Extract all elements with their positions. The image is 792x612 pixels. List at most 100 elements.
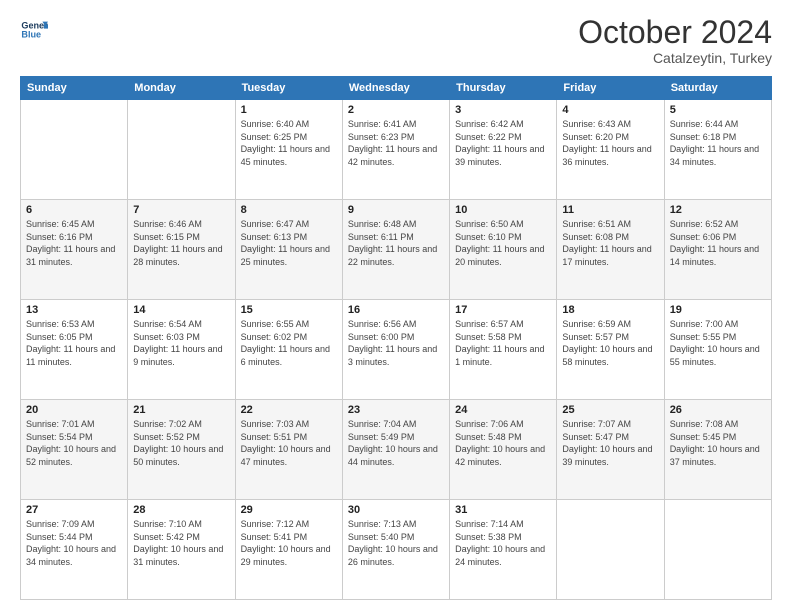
day-info: Sunrise: 6:45 AM Sunset: 6:16 PM Dayligh…: [26, 218, 122, 268]
weekday-header-wednesday: Wednesday: [342, 77, 449, 100]
day-info: Sunrise: 7:00 AM Sunset: 5:55 PM Dayligh…: [670, 318, 766, 368]
calendar-cell: 16 Sunrise: 6:56 AM Sunset: 6:00 PM Dayli…: [342, 300, 449, 400]
logo: General Blue: [20, 16, 48, 44]
calendar-cell: [128, 100, 235, 200]
calendar-cell: 5 Sunrise: 6:44 AM Sunset: 6:18 PM Daylig…: [664, 100, 771, 200]
week-row-4: 20 Sunrise: 7:01 AM Sunset: 5:54 PM Dayli…: [21, 400, 772, 500]
calendar-cell: 13 Sunrise: 6:53 AM Sunset: 6:05 PM Dayli…: [21, 300, 128, 400]
day-number: 4: [562, 104, 658, 116]
day-number: 26: [670, 404, 766, 416]
day-number: 1: [241, 104, 337, 116]
day-info: Sunrise: 6:59 AM Sunset: 5:57 PM Dayligh…: [562, 318, 658, 368]
day-number: 28: [133, 504, 229, 516]
calendar-cell: 19Sunrise: 7:00 AM Sunset: 5:55 PM Dayli…: [664, 300, 771, 400]
day-info: Sunrise: 6:53 AM Sunset: 6:05 PM Dayligh…: [26, 318, 122, 368]
day-info: Sunrise: 7:09 AM Sunset: 5:44 PM Dayligh…: [26, 518, 122, 568]
calendar-cell: [664, 500, 771, 600]
day-number: 15: [241, 304, 337, 316]
day-info: Sunrise: 7:03 AM Sunset: 5:51 PM Dayligh…: [241, 418, 337, 468]
day-number: 7: [133, 204, 229, 216]
calendar-cell: 25 Sunrise: 7:07 AM Sunset: 5:47 PM Dayli…: [557, 400, 664, 500]
day-info: Sunrise: 7:01 AM Sunset: 5:54 PM Dayligh…: [26, 418, 122, 468]
day-number: 18: [562, 304, 658, 316]
day-number: 20: [26, 404, 122, 416]
calendar-cell: 2 Sunrise: 6:41 AM Sunset: 6:23 PM Daylig…: [342, 100, 449, 200]
calendar-cell: 8 Sunrise: 6:47 AM Sunset: 6:13 PM Daylig…: [235, 200, 342, 300]
day-number: 8: [241, 204, 337, 216]
weekday-header-thursday: Thursday: [450, 77, 557, 100]
calendar-cell: [557, 500, 664, 600]
day-info: Sunrise: 7:04 AM Sunset: 5:49 PM Dayligh…: [348, 418, 444, 468]
page: General Blue October 2024 Catalzeytin, T…: [0, 0, 792, 612]
month-title: October 2024: [578, 16, 772, 48]
day-number: 17: [455, 304, 551, 316]
day-number: 30: [348, 504, 444, 516]
calendar-cell: 17Sunrise: 6:57 AM Sunset: 5:58 PM Dayli…: [450, 300, 557, 400]
calendar-cell: 7Sunrise: 6:46 AM Sunset: 6:15 PM Daylig…: [128, 200, 235, 300]
day-number: 9: [348, 204, 444, 216]
calendar-cell: 29Sunrise: 7:12 AM Sunset: 5:41 PM Dayli…: [235, 500, 342, 600]
day-number: 13: [26, 304, 122, 316]
weekday-header-monday: Monday: [128, 77, 235, 100]
day-info: Sunrise: 6:54 AM Sunset: 6:03 PM Dayligh…: [133, 318, 229, 368]
day-info: Sunrise: 6:51 AM Sunset: 6:08 PM Dayligh…: [562, 218, 658, 268]
calendar-cell: 28Sunrise: 7:10 AM Sunset: 5:42 PM Dayli…: [128, 500, 235, 600]
calendar-cell: 21 Sunrise: 7:02 AM Sunset: 5:52 PM Dayli…: [128, 400, 235, 500]
day-number: 21: [133, 404, 229, 416]
calendar-cell: 30Sunrise: 7:13 AM Sunset: 5:40 PM Dayli…: [342, 500, 449, 600]
weekday-header-row: SundayMondayTuesdayWednesdayThursdayFrid…: [21, 77, 772, 100]
day-number: 25: [562, 404, 658, 416]
title-block: October 2024 Catalzeytin, Turkey: [578, 16, 772, 66]
day-number: 6: [26, 204, 122, 216]
weekday-header-tuesday: Tuesday: [235, 77, 342, 100]
weekday-header-friday: Friday: [557, 77, 664, 100]
day-number: 24: [455, 404, 551, 416]
calendar-cell: 6 Sunrise: 6:45 AM Sunset: 6:16 PM Daylig…: [21, 200, 128, 300]
day-number: 22: [241, 404, 337, 416]
day-info: Sunrise: 7:02 AM Sunset: 5:52 PM Dayligh…: [133, 418, 229, 468]
calendar-cell: 12Sunrise: 6:52 AM Sunset: 6:06 PM Dayli…: [664, 200, 771, 300]
week-row-2: 6 Sunrise: 6:45 AM Sunset: 6:16 PM Daylig…: [21, 200, 772, 300]
svg-text:Blue: Blue: [21, 30, 41, 40]
weekday-header-sunday: Sunday: [21, 77, 128, 100]
day-info: Sunrise: 6:41 AM Sunset: 6:23 PM Dayligh…: [348, 118, 444, 168]
calendar-table: SundayMondayTuesdayWednesdayThursdayFrid…: [20, 76, 772, 600]
day-info: Sunrise: 6:55 AM Sunset: 6:02 PM Dayligh…: [241, 318, 337, 368]
day-info: Sunrise: 6:40 AM Sunset: 6:25 PM Dayligh…: [241, 118, 337, 168]
header: General Blue October 2024 Catalzeytin, T…: [20, 16, 772, 66]
day-number: 11: [562, 204, 658, 216]
day-info: Sunrise: 6:56 AM Sunset: 6:00 PM Dayligh…: [348, 318, 444, 368]
day-info: Sunrise: 7:07 AM Sunset: 5:47 PM Dayligh…: [562, 418, 658, 468]
calendar-cell: 20 Sunrise: 7:01 AM Sunset: 5:54 PM Dayli…: [21, 400, 128, 500]
day-number: 27: [26, 504, 122, 516]
day-number: 23: [348, 404, 444, 416]
calendar-cell: 14Sunrise: 6:54 AM Sunset: 6:03 PM Dayli…: [128, 300, 235, 400]
day-info: Sunrise: 6:43 AM Sunset: 6:20 PM Dayligh…: [562, 118, 658, 168]
day-number: 16: [348, 304, 444, 316]
day-number: 29: [241, 504, 337, 516]
calendar-cell: 11 Sunrise: 6:51 AM Sunset: 6:08 PM Dayli…: [557, 200, 664, 300]
day-info: Sunrise: 6:47 AM Sunset: 6:13 PM Dayligh…: [241, 218, 337, 268]
calendar-cell: 24 Sunrise: 7:06 AM Sunset: 5:48 PM Dayli…: [450, 400, 557, 500]
calendar-cell: 4 Sunrise: 6:43 AM Sunset: 6:20 PM Daylig…: [557, 100, 664, 200]
logo-icon: General Blue: [20, 16, 48, 44]
week-row-5: 27 Sunrise: 7:09 AM Sunset: 5:44 PM Dayli…: [21, 500, 772, 600]
calendar-cell: 31Sunrise: 7:14 AM Sunset: 5:38 PM Dayli…: [450, 500, 557, 600]
location-subtitle: Catalzeytin, Turkey: [578, 50, 772, 66]
day-info: Sunrise: 6:48 AM Sunset: 6:11 PM Dayligh…: [348, 218, 444, 268]
day-number: 12: [670, 204, 766, 216]
calendar-cell: 3 Sunrise: 6:42 AM Sunset: 6:22 PM Daylig…: [450, 100, 557, 200]
day-number: 2: [348, 104, 444, 116]
day-info: Sunrise: 6:42 AM Sunset: 6:22 PM Dayligh…: [455, 118, 551, 168]
calendar-cell: 9 Sunrise: 6:48 AM Sunset: 6:11 PM Daylig…: [342, 200, 449, 300]
calendar-cell: 15 Sunrise: 6:55 AM Sunset: 6:02 PM Dayli…: [235, 300, 342, 400]
weekday-header-saturday: Saturday: [664, 77, 771, 100]
day-info: Sunrise: 6:44 AM Sunset: 6:18 PM Dayligh…: [670, 118, 766, 168]
day-info: Sunrise: 6:50 AM Sunset: 6:10 PM Dayligh…: [455, 218, 551, 268]
day-number: 3: [455, 104, 551, 116]
day-info: Sunrise: 7:06 AM Sunset: 5:48 PM Dayligh…: [455, 418, 551, 468]
calendar-cell: 26Sunrise: 7:08 AM Sunset: 5:45 PM Dayli…: [664, 400, 771, 500]
week-row-3: 13 Sunrise: 6:53 AM Sunset: 6:05 PM Dayli…: [21, 300, 772, 400]
day-number: 5: [670, 104, 766, 116]
week-row-1: 1 Sunrise: 6:40 AM Sunset: 6:25 PM Daylig…: [21, 100, 772, 200]
